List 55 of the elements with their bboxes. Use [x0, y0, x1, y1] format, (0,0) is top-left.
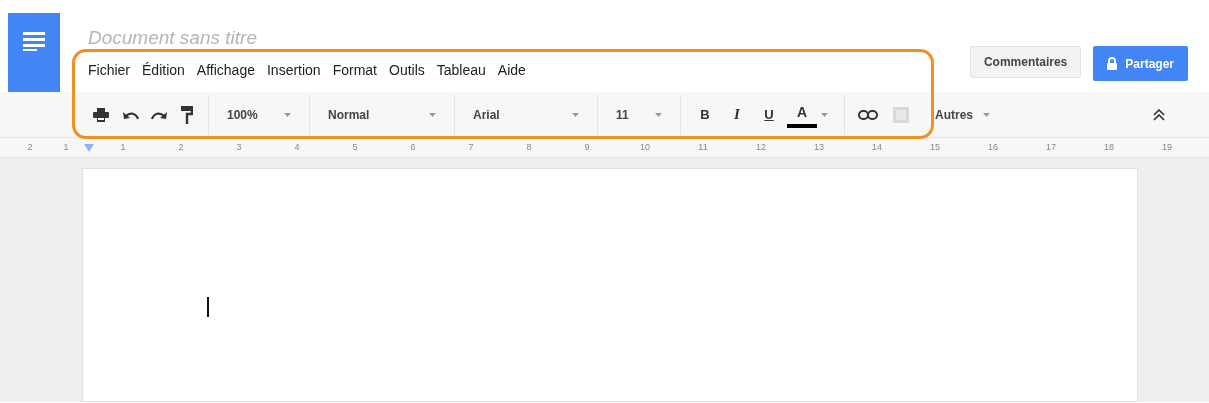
ruler-label: 7: [467, 140, 475, 154]
ruler-label: 9: [583, 140, 591, 154]
italic-button[interactable]: I: [723, 103, 751, 126]
ruler-label: 12: [755, 140, 767, 154]
docs-logo[interactable]: [8, 13, 60, 92]
font-dropdown[interactable]: Arial: [465, 105, 587, 124]
ruler-label: 16: [987, 140, 999, 154]
caret-icon: [572, 112, 579, 117]
menu-item[interactable]: Outils: [383, 59, 431, 81]
lock-icon: [1107, 57, 1118, 70]
link-icon[interactable]: [855, 109, 881, 120]
zoom-dropdown[interactable]: 100%: [219, 105, 299, 124]
ruler-label: 6: [409, 140, 417, 154]
ruler-label: 5: [351, 140, 359, 154]
menu-item[interactable]: Fichier: [82, 59, 136, 81]
bold-button[interactable]: B: [691, 104, 719, 125]
font-size-dropdown[interactable]: 11: [608, 105, 670, 124]
share-button[interactable]: Partager: [1093, 46, 1188, 81]
document-lines-icon: [23, 31, 45, 51]
ruler-label: 15: [929, 140, 941, 154]
caret-icon: [821, 112, 828, 117]
menu-item[interactable]: Aide: [491, 59, 532, 81]
print-icon[interactable]: [90, 107, 112, 122]
ruler-label: 11: [697, 140, 709, 154]
redo-icon[interactable]: [148, 109, 170, 120]
menu-item[interactable]: Édition: [136, 59, 191, 81]
indent-marker[interactable]: [84, 143, 94, 152]
text-color-button[interactable]: A: [787, 101, 817, 128]
ruler-label: 19: [1161, 140, 1173, 154]
ruler-label: 3: [235, 140, 243, 154]
style-dropdown[interactable]: Normal: [320, 105, 444, 124]
ruler-label: 1: [62, 140, 70, 154]
caret-icon: [429, 112, 436, 117]
ruler-label: 2: [177, 140, 185, 154]
ruler-label: 14: [871, 140, 883, 154]
ruler-label: 2: [26, 140, 34, 154]
caret-icon: [284, 112, 291, 117]
ruler-label: 13: [813, 140, 825, 154]
ruler-label: 10: [639, 140, 651, 154]
comments-button[interactable]: Commentaires: [969, 46, 1082, 78]
ruler-label: 4: [293, 140, 301, 154]
caret-icon: [655, 112, 662, 117]
menu-item[interactable]: Insertion: [260, 59, 327, 81]
ruler-label: 8: [525, 140, 533, 154]
caret-icon: [983, 112, 990, 117]
ruler-label: 1: [119, 140, 127, 154]
ruler-label: 17: [1045, 140, 1057, 154]
more-dropdown[interactable]: Autres: [927, 105, 1007, 124]
menu-item[interactable]: Affichage: [190, 59, 261, 81]
undo-icon[interactable]: [120, 109, 142, 120]
underline-button[interactable]: U: [755, 104, 783, 125]
menu-item[interactable]: Format: [326, 59, 383, 81]
ruler-label: 18: [1103, 140, 1115, 154]
text-cursor: [207, 297, 209, 317]
menu-item[interactable]: Tableau: [430, 59, 492, 81]
